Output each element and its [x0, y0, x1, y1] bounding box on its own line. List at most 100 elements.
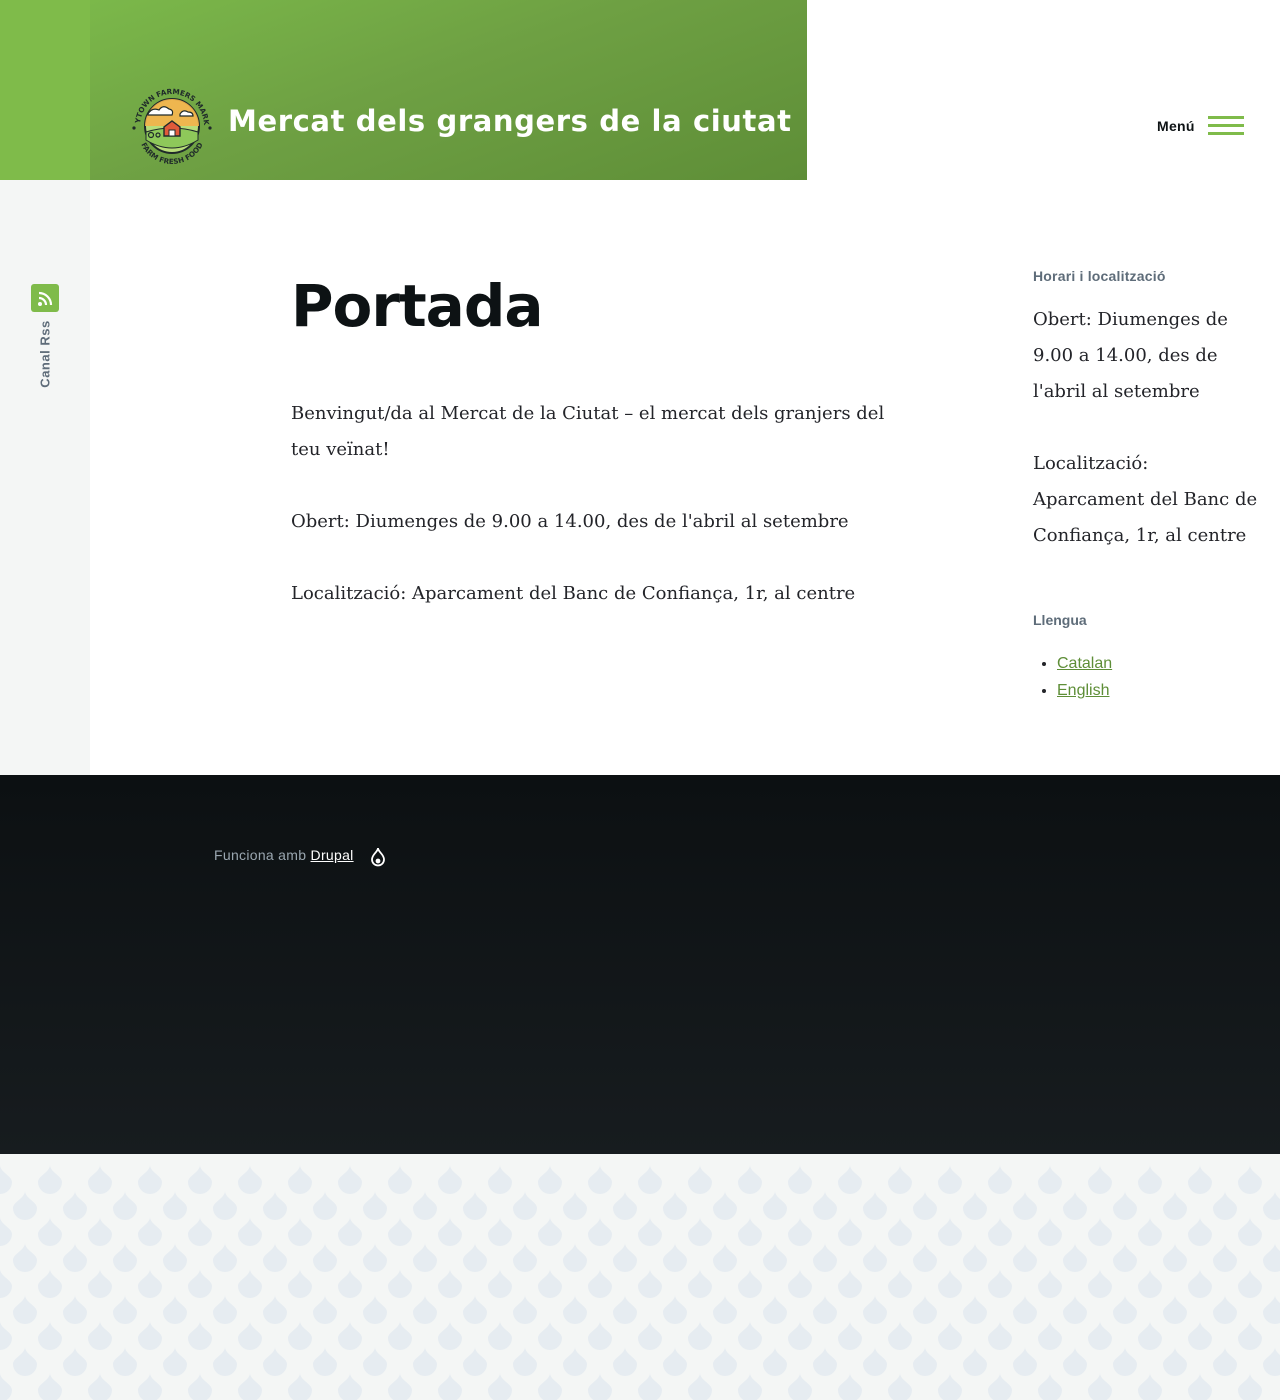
drop-shape [1188, 1165, 1212, 1194]
drop-shape [138, 1165, 162, 1194]
drop-shape [688, 1217, 712, 1246]
drop-shape [1063, 1295, 1087, 1324]
drop-shape [1238, 1269, 1262, 1298]
drop-shape [613, 1243, 637, 1272]
drop-shape [338, 1373, 362, 1400]
drop-shape [463, 1191, 487, 1220]
drop-shape [538, 1217, 562, 1246]
drop-shape [1113, 1191, 1137, 1220]
drop-shape [788, 1165, 812, 1194]
language-link-english[interactable]: English [1057, 682, 1109, 699]
drop-shape [363, 1295, 387, 1324]
drop-shape [788, 1321, 812, 1350]
drop-shape [988, 1321, 1012, 1350]
drop-shape [563, 1191, 587, 1220]
drupal-link[interactable]: Drupal [311, 847, 354, 863]
drop-shape [288, 1217, 312, 1246]
drop-shape [13, 1191, 37, 1220]
drop-shape [938, 1165, 962, 1194]
drop-shape [563, 1295, 587, 1324]
drop-shape [513, 1243, 537, 1272]
rss-icon[interactable] [31, 284, 59, 312]
drop-shape [88, 1217, 112, 1246]
drop-shape [63, 1191, 87, 1220]
drop-shape [1138, 1269, 1162, 1298]
drop-shape [738, 1321, 762, 1350]
drop-shape [88, 1165, 112, 1194]
drop-shape [1113, 1295, 1137, 1324]
drop-shape [888, 1373, 912, 1400]
drop-shape [788, 1373, 812, 1400]
drop-shape [638, 1269, 662, 1298]
page-body: Benvingut/da al Mercat de la Ciutat – el… [291, 396, 891, 648]
drop-shape [1188, 1373, 1212, 1400]
site-logo[interactable]: ANYTOWN FARMERS MARKET FARM FRESH FOOD [128, 80, 216, 172]
language-item: Catalan [1057, 650, 1112, 677]
body-paragraph: Obert: Diumenges de 9.00 a 14.00, des de… [291, 511, 849, 532]
drop-shape [613, 1347, 637, 1376]
drop-shape [888, 1165, 912, 1194]
language-item: English [1057, 677, 1112, 704]
drop-shape [113, 1347, 137, 1376]
drop-shape [13, 1243, 37, 1272]
site-name[interactable]: Mercat dels grangers de la ciutat [228, 104, 792, 138]
drop-shape [863, 1243, 887, 1272]
drop-shape [263, 1191, 287, 1220]
drop-shape [963, 1243, 987, 1272]
drop-shape [1088, 1373, 1112, 1400]
drop-shape [813, 1347, 837, 1376]
drop-shape [188, 1217, 212, 1246]
drop-shape [613, 1295, 637, 1324]
powered-by-prefix: Funciona amb [214, 847, 307, 863]
drop-shape [238, 1165, 262, 1194]
drop-shape [688, 1321, 712, 1350]
drop-shape [188, 1269, 212, 1298]
drop-shape [163, 1191, 187, 1220]
drop-shape [263, 1243, 287, 1272]
menu-label: Menú [1157, 118, 1195, 134]
drop-shape [488, 1321, 512, 1350]
social-sidebar [0, 180, 90, 775]
drop-shape [288, 1321, 312, 1350]
drop-shape [713, 1347, 737, 1376]
site-footer: Funciona amb Drupal [0, 775, 1280, 1154]
drop-shape [0, 1373, 12, 1400]
language-link-catalan[interactable]: Catalan [1057, 655, 1112, 672]
drop-shape [338, 1165, 362, 1194]
drop-shape [363, 1191, 387, 1220]
drop-shape [38, 1217, 62, 1246]
drop-shape [688, 1165, 712, 1194]
drop-shape [913, 1243, 937, 1272]
drop-shape [163, 1243, 187, 1272]
hours-block-title: Horari i localització [1033, 268, 1166, 284]
drop-shape [288, 1373, 312, 1400]
drop-shape [388, 1321, 412, 1350]
drop-shape [1088, 1165, 1112, 1194]
drop-shape [463, 1347, 487, 1376]
drop-shape [238, 1217, 262, 1246]
drop-shape [763, 1191, 787, 1220]
drop-shape [338, 1217, 362, 1246]
drop-shape [488, 1373, 512, 1400]
drop-shape [488, 1165, 512, 1194]
drop-shape [313, 1191, 337, 1220]
drop-shape [438, 1373, 462, 1400]
drop-shape [588, 1373, 612, 1400]
drop-shape [1113, 1347, 1137, 1376]
drop-shape [538, 1269, 562, 1298]
drop-shape [763, 1295, 787, 1324]
menu-button[interactable]: Menú [1150, 112, 1250, 142]
drop-shape [1263, 1347, 1280, 1376]
drop-shape [1138, 1321, 1162, 1350]
drop-shape [1188, 1321, 1212, 1350]
drop-shape [938, 1321, 962, 1350]
drop-shape [313, 1347, 337, 1376]
drop-shape [1063, 1243, 1087, 1272]
header-right [807, 0, 1280, 180]
hamburger-icon [1208, 116, 1244, 136]
drop-shape [338, 1321, 362, 1350]
rss-feed-link[interactable]: Canal Rss [38, 320, 53, 387]
drop-shape [638, 1165, 662, 1194]
language-switcher: Catalan English [1033, 650, 1112, 704]
drop-shape [838, 1373, 862, 1400]
